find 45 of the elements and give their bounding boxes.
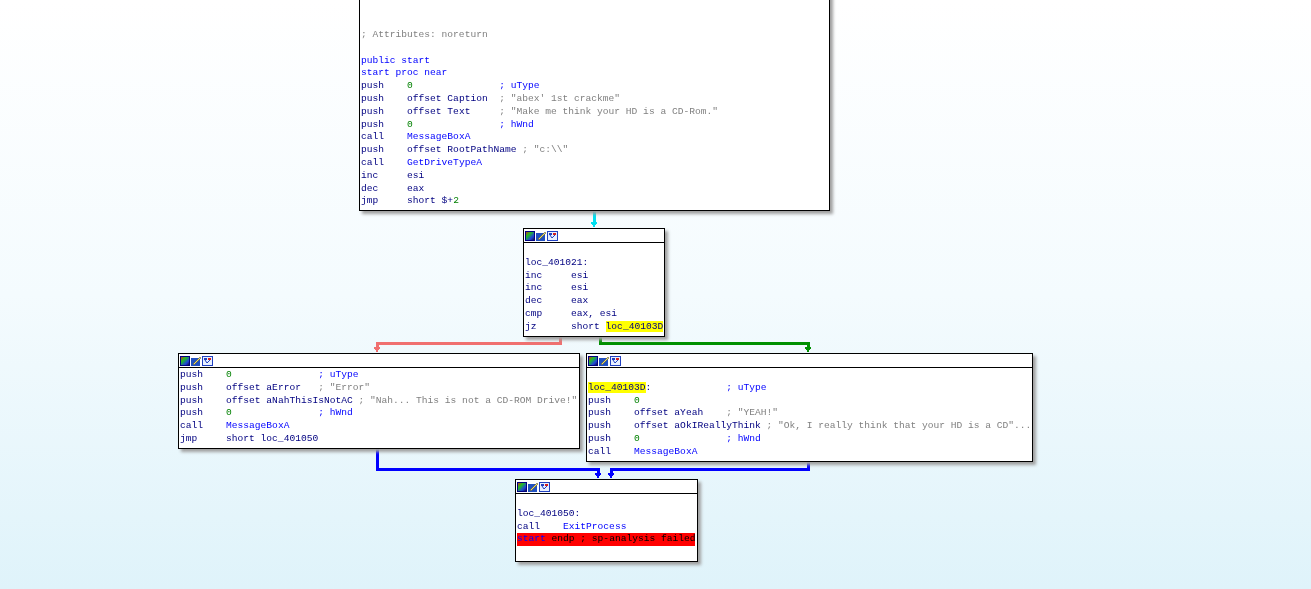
code-line: push offset aNahThisIsNotAC ; "Nah... This is not a CD-ROM Drive!" xyxy=(180,394,578,408)
color-palette-icon[interactable] xyxy=(517,481,527,492)
graph-icon[interactable] xyxy=(539,481,550,492)
code-line: jmp short loc_401050 xyxy=(180,433,320,446)
code-line: jz short loc_40103D xyxy=(525,320,663,334)
code-line: call MessageBoxA xyxy=(361,131,472,145)
code-line: loc_401050: xyxy=(517,507,582,521)
color-palette-icon[interactable] xyxy=(180,355,190,366)
code-line: jmp short $+2 xyxy=(361,195,460,209)
code-line: push offset aError ; "Error" xyxy=(180,381,371,395)
code-line: loc_401021: xyxy=(525,256,590,270)
code-line: cmp eax, esi xyxy=(525,308,619,321)
color-palette-icon[interactable] xyxy=(525,230,535,241)
code-line: push offset Caption ; "abex' 1st crackme" xyxy=(361,93,622,106)
code-line: ; Attributes: noreturn xyxy=(361,29,489,42)
code-line: push 0 ; hWnd xyxy=(588,433,762,446)
code-line: push 0 ; hWnd xyxy=(361,118,535,132)
code-line: push offset aOkIReallyThink ; "Ok, I really think that your HD is a CD"... xyxy=(588,420,1031,433)
pencil-icon[interactable] xyxy=(599,355,609,366)
code-line: dec eax xyxy=(525,295,590,308)
code-line: push 0 ; hWnd xyxy=(180,407,354,421)
pencil-icon[interactable] xyxy=(191,355,201,366)
code-line: dec eax xyxy=(361,182,426,196)
code-line: call GetDriveTypeA xyxy=(361,156,483,170)
graph-icon[interactable] xyxy=(202,355,213,366)
code-line: loc_40103D: ; uType xyxy=(588,381,768,395)
code-line: start proc near xyxy=(361,67,449,81)
graph-icon[interactable] xyxy=(610,355,621,366)
pencil-icon[interactable] xyxy=(536,230,546,241)
graph-icon[interactable] xyxy=(547,230,558,241)
pencil-icon[interactable] xyxy=(528,481,538,492)
code-line: public start xyxy=(361,54,432,68)
code-line: call MessageBoxA xyxy=(180,420,291,433)
code-line: push 0 ; uType xyxy=(361,80,541,93)
code-line: inc esi xyxy=(361,169,426,183)
code-line: call ExitProcess xyxy=(517,520,628,534)
code-line: push 0 xyxy=(588,394,641,408)
code-line: call MessageBoxA xyxy=(588,445,699,459)
code-line: inc esi xyxy=(525,269,590,283)
code-line: push offset aYeah ; "YEAH!" xyxy=(588,407,779,421)
code-line: push offset RootPathName ; "c:\\" xyxy=(361,144,570,157)
color-palette-icon[interactable] xyxy=(588,355,598,366)
code-line: push offset Text ; "Make me think your HD is a CD-Rom." xyxy=(361,105,719,119)
code-line: push 0 ; uType xyxy=(180,369,360,382)
code-line: inc esi xyxy=(525,282,590,296)
